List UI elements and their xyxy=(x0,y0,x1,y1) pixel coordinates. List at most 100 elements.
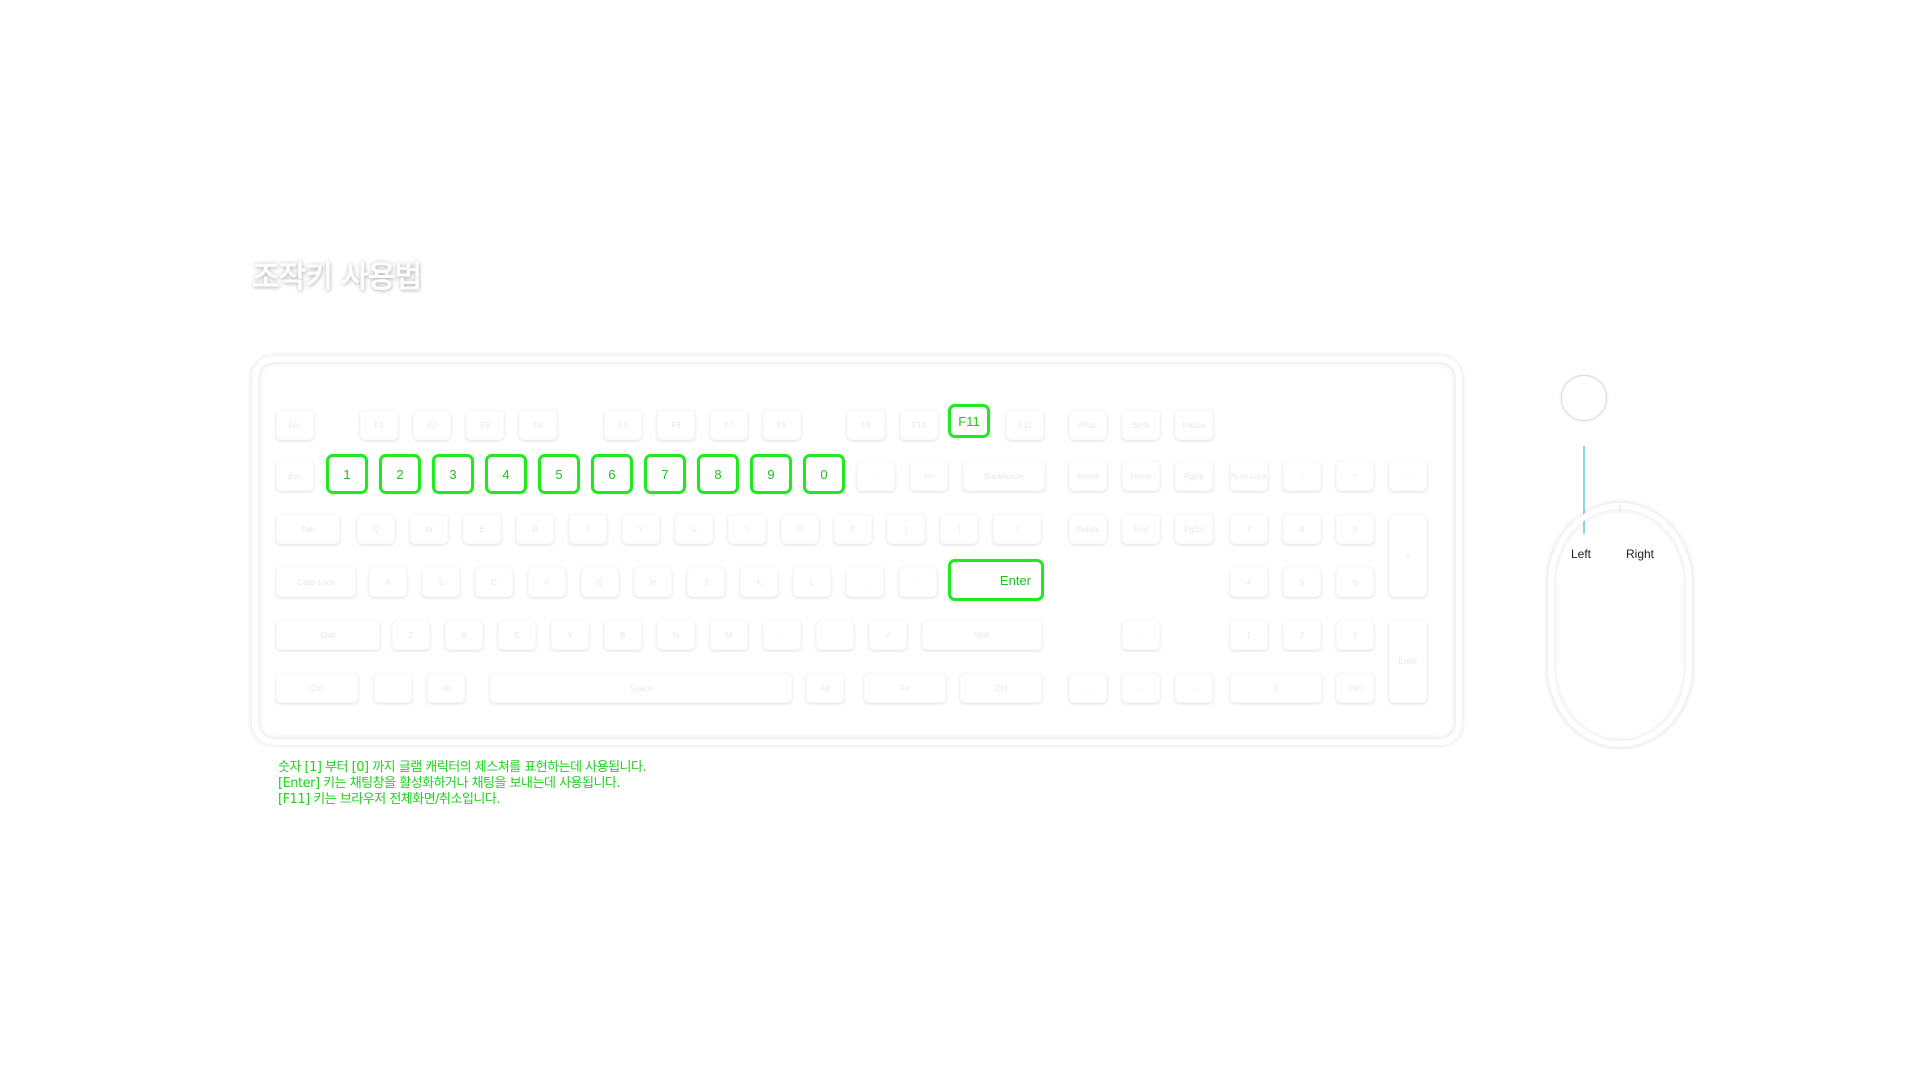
key-i: I xyxy=(728,514,766,544)
mouse-left-label: Left xyxy=(1571,547,1592,561)
key-blank: - xyxy=(1389,461,1427,491)
key-4: 4 xyxy=(1230,567,1268,597)
key-h: H xyxy=(634,567,672,597)
key-blank: ↑ xyxy=(1122,620,1160,650)
key-2: 2 xyxy=(379,454,421,494)
key-t: T xyxy=(569,514,607,544)
key-0: 0 xyxy=(803,454,845,494)
key-e: E xyxy=(463,514,501,544)
key-blank: \ xyxy=(993,514,1041,544)
key-home: Home xyxy=(1122,461,1160,491)
key-f4: F4 xyxy=(519,410,557,440)
key-o: O xyxy=(781,514,819,544)
key-3: 3 xyxy=(432,454,474,494)
key-blank: ← xyxy=(1069,673,1107,703)
mouse-right-label: Right xyxy=(1626,547,1655,561)
key-delete: Delete xyxy=(1069,514,1107,544)
key-g: G xyxy=(581,567,619,597)
key-backspace: Backspace xyxy=(963,461,1045,491)
key-9: 9 xyxy=(1336,514,1374,544)
key-esc: Esc xyxy=(276,461,314,491)
instructions: 숫자 [1] 부터 [0] 까지 글램 캐릭터의 제스쳐를 표현하는데 사용됩니… xyxy=(278,760,647,808)
key-blank: . xyxy=(816,620,854,650)
key-num-lock: Num Lock xyxy=(1230,461,1268,491)
key-5: 5 xyxy=(538,454,580,494)
key-y: Y xyxy=(622,514,660,544)
key-blank: * xyxy=(1336,461,1374,491)
key-f10: F10 xyxy=(900,410,938,440)
key-fn: Fn xyxy=(864,673,946,703)
key-2: 2 xyxy=(1283,620,1321,650)
key-f5: F5 xyxy=(604,410,642,440)
key-esc: Esc xyxy=(276,410,314,440)
key-6: 6 xyxy=(1336,567,1374,597)
key-7: 7 xyxy=(1230,514,1268,544)
key-f8: F8 xyxy=(763,410,801,440)
key-1: 1 xyxy=(1230,620,1268,650)
key-4: 4 xyxy=(485,454,527,494)
key-f12: F12 xyxy=(1006,410,1044,440)
key-b: B xyxy=(604,620,642,650)
mouse xyxy=(1548,503,1692,747)
key-scrlk: Scrlk xyxy=(1122,410,1160,440)
key-enter: Enter xyxy=(1389,620,1427,703)
mouse-button-divider xyxy=(1619,505,1621,513)
key-shift: Shift xyxy=(922,620,1042,650)
key-blank: + xyxy=(1389,514,1427,597)
key-j: J xyxy=(687,567,725,597)
key-blank: +/= xyxy=(910,461,948,491)
key-alt: Alt xyxy=(806,673,844,703)
key-blank: , xyxy=(763,620,801,650)
key-blank: → xyxy=(1175,673,1213,703)
key-ctrl: Ctrl xyxy=(276,673,358,703)
key-tab: Tab xyxy=(276,514,340,544)
key-shift: Shift xyxy=(276,620,380,650)
key-f11: F11 xyxy=(948,404,990,438)
key-end: End xyxy=(1122,514,1160,544)
key-blank: ; xyxy=(846,567,884,597)
key-blank: ' xyxy=(899,567,937,597)
key-r: R xyxy=(516,514,554,544)
key-3: 3 xyxy=(1336,620,1374,650)
key-blank: [ xyxy=(887,514,925,544)
mouse-scroll-wheel xyxy=(1561,375,1607,421)
key-x: X xyxy=(445,620,483,650)
key-ctrl: Ctrl xyxy=(960,673,1042,703)
key-f3: F3 xyxy=(466,410,504,440)
key-space: Space xyxy=(490,673,792,703)
key-a: A xyxy=(369,567,407,597)
key-f9: F9 xyxy=(847,410,885,440)
instruction-f11-key: [F11] 키는 브라우저 전체화면/취소입니다. xyxy=(278,792,500,807)
key-0: 0 xyxy=(1230,673,1322,703)
key-8: 8 xyxy=(697,454,739,494)
key-s: S xyxy=(422,567,460,597)
key-alt: Alt xyxy=(427,673,465,703)
key-pause: Pause xyxy=(1175,410,1213,440)
key-blank: / xyxy=(1283,461,1321,491)
page-title: 조작키 사용법 xyxy=(252,260,422,295)
key-f7: F7 xyxy=(710,410,748,440)
key-m: M xyxy=(710,620,748,650)
key-5: 5 xyxy=(1283,567,1321,597)
key-c: C xyxy=(498,620,536,650)
key-z: Z xyxy=(392,620,430,650)
key-9: 9 xyxy=(750,454,792,494)
key-blank: ↓ xyxy=(1122,673,1160,703)
key-caps-lock: Caps Lock xyxy=(276,567,356,597)
key-blank: ] xyxy=(940,514,978,544)
key-del: Del xyxy=(1336,673,1374,703)
key-f1: F1 xyxy=(360,410,398,440)
key-prtsc: Prtsc xyxy=(1069,410,1107,440)
key-n: N xyxy=(657,620,695,650)
instruction-enter-key: [Enter] 키는 채팅창을 활성화하거나 채팅을 보내는데 사용됩니다. xyxy=(278,776,621,791)
key-1: 1 xyxy=(326,454,368,494)
key-w: W xyxy=(410,514,448,544)
instruction-number-keys: 숫자 [1] 부터 [0] 까지 글램 캐릭터의 제스쳐를 표현하는데 사용됩니… xyxy=(278,760,647,775)
key-p: P xyxy=(834,514,872,544)
key-k: K xyxy=(740,567,778,597)
key-blank: - xyxy=(857,461,895,491)
key-v: V xyxy=(551,620,589,650)
key-8: 8 xyxy=(1283,514,1321,544)
key-u: U xyxy=(675,514,713,544)
key-l: L xyxy=(793,567,831,597)
